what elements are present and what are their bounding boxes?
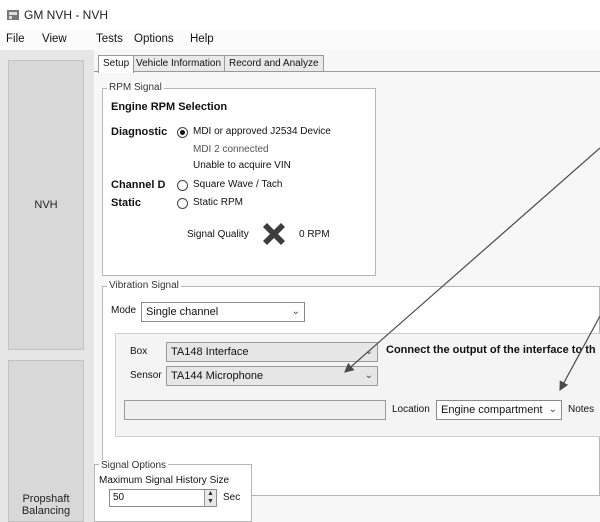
signal-quality-label: Signal Quality — [187, 229, 249, 240]
rpm-value: 0 RPM — [299, 229, 330, 240]
menu-bar: File View Tests Options Help — [0, 30, 600, 50]
mode-label: Mode — [111, 305, 137, 316]
mdi-status-text: MDI 2 connected — [193, 144, 269, 155]
sensor-description-field[interactable] — [124, 400, 386, 420]
static-rpm-radio[interactable] — [177, 198, 188, 209]
history-size-value: 50 — [113, 492, 125, 503]
nav-button-propshaft-label-2: Balancing — [21, 505, 71, 517]
left-navigation: NVH Propshaft Balancing — [0, 50, 94, 522]
tab-strip: Setup Vehicle Information Record and Ana… — [94, 55, 600, 73]
engine-rpm-heading: Engine RPM Selection — [111, 101, 228, 113]
sensor-label: Sensor — [130, 370, 162, 381]
channel-d-option-label: Square Wave / Tach — [193, 179, 283, 190]
chevron-down-icon: ⌄ — [364, 370, 373, 381]
menu-options[interactable]: Options — [134, 33, 174, 45]
menu-file[interactable]: File — [6, 33, 25, 45]
tab-divider — [94, 71, 600, 72]
vibration-signal-group-title: Vibration Signal — [107, 280, 181, 291]
signal-options-group-title: Signal Options — [99, 460, 169, 471]
interface-panel: Box TA148 Interface ⌄ Connect the output… — [115, 333, 600, 437]
title-bar: GM NVH - NVH — [0, 0, 600, 30]
sensor-select-value: TA144 Microphone — [171, 370, 264, 382]
signal-quality-x-icon — [263, 223, 285, 245]
sensor-select[interactable]: TA144 Microphone ⌄ — [166, 366, 378, 386]
window-title: GM NVH - NVH — [24, 8, 108, 22]
static-rpm-option-label: Static RPM — [193, 197, 244, 208]
nav-button-nvh[interactable]: NVH — [8, 60, 84, 350]
rpm-signal-group-title: RPM Signal — [107, 82, 164, 93]
chevron-down-icon: ⌄ — [364, 346, 373, 357]
box-select[interactable]: TA148 Interface ⌄ — [166, 342, 378, 362]
chevron-down-icon: ⌄ — [548, 404, 557, 415]
notes-label: Notes — [568, 404, 595, 415]
chevron-down-icon: ⌄ — [291, 306, 300, 317]
location-select-value: Engine compartment — [441, 404, 543, 416]
menu-tests[interactable]: Tests — [96, 33, 123, 45]
channel-d-radio[interactable] — [177, 180, 188, 191]
nav-button-propshaft-balancing[interactable]: Propshaft Balancing — [8, 360, 84, 522]
history-size-label: Maximum Signal History Size — [99, 475, 230, 486]
mode-select[interactable]: Single channel ⌄ — [141, 302, 305, 322]
diagnostic-option-label: MDI or approved J2534 Device — [193, 126, 331, 137]
box-select-value: TA148 Interface — [171, 346, 249, 358]
menu-help[interactable]: Help — [190, 33, 214, 45]
location-label: Location — [392, 404, 430, 415]
nav-button-propshaft-label-1: Propshaft — [22, 493, 70, 505]
mode-select-value: Single channel — [146, 306, 219, 318]
static-label: Static — [111, 197, 141, 209]
menu-view[interactable]: View — [42, 33, 67, 45]
tab-record-and-analyze[interactable]: Record and Analyze — [224, 55, 324, 72]
channel-d-label: Channel D — [111, 179, 166, 191]
nav-button-nvh-label: NVH — [34, 199, 58, 211]
tab-setup[interactable]: Setup — [98, 55, 135, 73]
content-area: Setup Vehicle Information Record and Ana… — [94, 50, 600, 522]
box-label: Box — [130, 346, 148, 357]
history-size-spinner[interactable]: 50 ▲ ▼ — [109, 489, 217, 507]
diagnostic-label: Diagnostic — [111, 126, 168, 138]
connect-instruction-text: Connect the output of the interface to t… — [386, 344, 596, 356]
vin-status-text: Unable to acquire VIN — [193, 160, 291, 171]
app-icon — [7, 10, 19, 20]
tab-vehicle-information[interactable]: Vehicle Information — [131, 55, 227, 72]
signal-options-group: Signal Options Maximum Signal History Si… — [94, 460, 252, 522]
diagnostic-radio[interactable] — [177, 127, 188, 138]
spinner-arrows-icon[interactable]: ▲ ▼ — [204, 490, 216, 506]
location-select[interactable]: Engine compartment ⌄ — [436, 400, 562, 420]
history-size-unit: Sec — [223, 492, 241, 503]
rpm-signal-group: RPM Signal Engine RPM Selection Diagnost… — [102, 82, 376, 276]
